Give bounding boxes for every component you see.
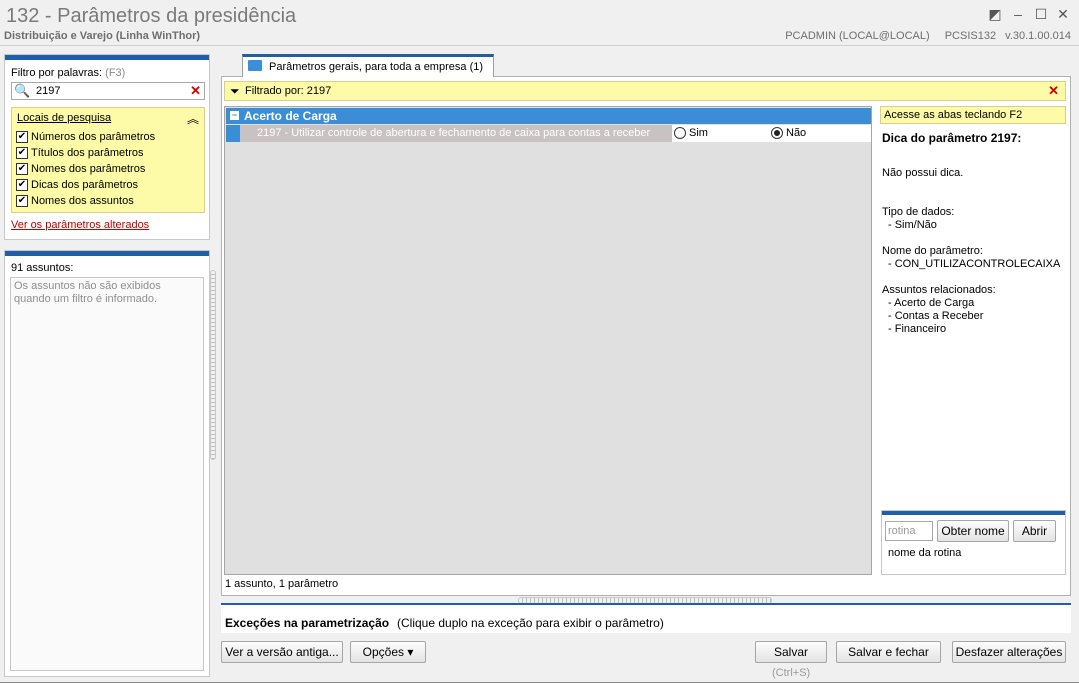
changed-params-link[interactable]: Ver os parâmetros alterados — [11, 219, 149, 231]
filter-status-text: Filtrado por: 2197 — [245, 85, 332, 97]
tip-hint: Acesse as abas teclando F2 — [880, 106, 1066, 124]
search-locations-title: Locais de pesquisa — [17, 112, 112, 124]
radio-nao[interactable]: Não — [771, 127, 806, 139]
save-button[interactable]: Salvar — [755, 641, 827, 663]
parameters-grid — [224, 106, 872, 575]
search-icon: 🔍 — [14, 83, 31, 98]
maximize-icon[interactable]: ☐ — [1031, 5, 1051, 23]
undo-button[interactable]: Desfazer alterações — [952, 641, 1066, 663]
clear-filter-bar-icon[interactable]: ✕ — [1048, 83, 1059, 99]
minimize-icon[interactable]: – — [1008, 5, 1028, 23]
left-splitter[interactable] — [210, 270, 216, 460]
type-value: - Sim/Não — [888, 219, 937, 231]
checkbox-param-names[interactable]: ✔ Nomes dos parâmetros — [16, 161, 145, 177]
collapse-group-icon[interactable]: − — [230, 111, 239, 120]
window-title: 132 - Parâmetros da presidência — [6, 5, 297, 27]
open-button[interactable]: Abrir — [1013, 520, 1056, 542]
version-info: v.30.1.00.014 — [1005, 30, 1071, 42]
save-shortcut: (Ctrl+S) — [772, 667, 811, 679]
parameter-row[interactable]: 2197 - Utilizar controle de abertura e f… — [226, 125, 871, 142]
subjects-count: 91 assuntos: — [11, 262, 74, 274]
checkbox-param-titles[interactable]: ✔ Títulos dos parâmetros — [16, 145, 144, 161]
edit-icon[interactable]: ◩ — [985, 5, 1005, 23]
name-value: - CON_UTILIZACONTROLECAIXA — [888, 258, 1061, 270]
tab-general-params[interactable]: Parâmetros gerais, para toda a empresa (… — [242, 54, 494, 77]
exceptions-title: Exceções na parametrização — [225, 616, 390, 630]
filter-status-bar: ⏷ Filtrado por: 2197 ✕ — [224, 81, 1066, 101]
parameter-description: 2197 - Utilizar controle de abertura e f… — [240, 125, 672, 142]
collapse-icon[interactable]: ︽ — [187, 110, 199, 127]
related-label: Assuntos relacionados: — [882, 284, 996, 296]
filter-panel: Filtro por palavras: (F3) 🔍 2197 ✕ Locai… — [4, 54, 210, 240]
clear-filter-icon[interactable]: ✕ — [190, 83, 201, 99]
tip-title: Dica do parâmetro 2197: — [882, 131, 1022, 145]
user-info: PCADMIN (LOCAL@LOCAL) — [785, 30, 930, 42]
rotina-input[interactable]: rotina — [885, 521, 933, 541]
checkbox-param-tips[interactable]: ✔ Dicas dos parâmetros — [16, 177, 138, 193]
options-button[interactable]: Opções ▾ — [350, 641, 426, 663]
get-name-button[interactable]: Obter nome — [937, 520, 1009, 542]
search-locations-box: Locais de pesquisa ︽ ✔ Números dos parâme… — [11, 107, 205, 213]
checkbox-subject-names[interactable]: ✔ Nomes dos assuntos — [16, 193, 134, 209]
folder-icon — [248, 60, 262, 71]
rotina-panel: rotina Obter nome Abrir nome da rotina — [881, 510, 1066, 575]
close-icon[interactable]: ✕ — [1053, 5, 1073, 23]
funnel-icon: ⏷ — [230, 84, 240, 98]
subjects-list: Os assuntos não são exibidos quando um f… — [10, 277, 204, 671]
related-item: - Acerto de Carga — [888, 297, 975, 309]
type-label: Tipo de dados: — [882, 206, 955, 218]
row-selector — [226, 125, 240, 142]
filter-input[interactable]: 🔍 2197 ✕ — [11, 82, 205, 100]
status-text: 1 assunto, 1 parâmetro — [225, 578, 339, 590]
exceptions-section: Exceções na parametrização (Clique duplo… — [221, 603, 1071, 633]
rotina-name-caption: nome da rotina — [888, 547, 962, 559]
old-version-button[interactable]: Ver a versão antiga... — [221, 641, 343, 663]
related-item: - Financeiro — [888, 323, 947, 335]
filter-label: Filtro por palavras: (F3) — [11, 67, 126, 79]
name-label: Nome do parâmetro: — [882, 245, 983, 257]
system-info: PCADMIN (LOCAL@LOCAL) PCSIS132 v.30.1.00… — [773, 30, 1071, 42]
radio-sim[interactable]: Sim — [674, 127, 708, 139]
checkbox-param-numbers[interactable]: ✔ Números dos parâmetros — [16, 129, 155, 145]
save-close-button[interactable]: Salvar e fechar — [836, 641, 941, 663]
related-item: - Contas a Receber — [888, 310, 984, 322]
tip-text: Não possui dica. — [882, 167, 964, 179]
tip-panel: Acesse as abas teclando F2 Dica do parâm… — [880, 106, 1066, 576]
module-info: PCSIS132 — [944, 30, 997, 42]
window-subtitle: Distribuição e Varejo (Linha WinThor) — [4, 30, 201, 42]
group-header[interactable]: − Acerto de Carga — [226, 108, 871, 124]
exceptions-hint: (Clique duplo na exceção para exibir o p… — [397, 616, 664, 630]
subjects-panel: 91 assuntos: Os assuntos não são exibido… — [4, 250, 210, 677]
